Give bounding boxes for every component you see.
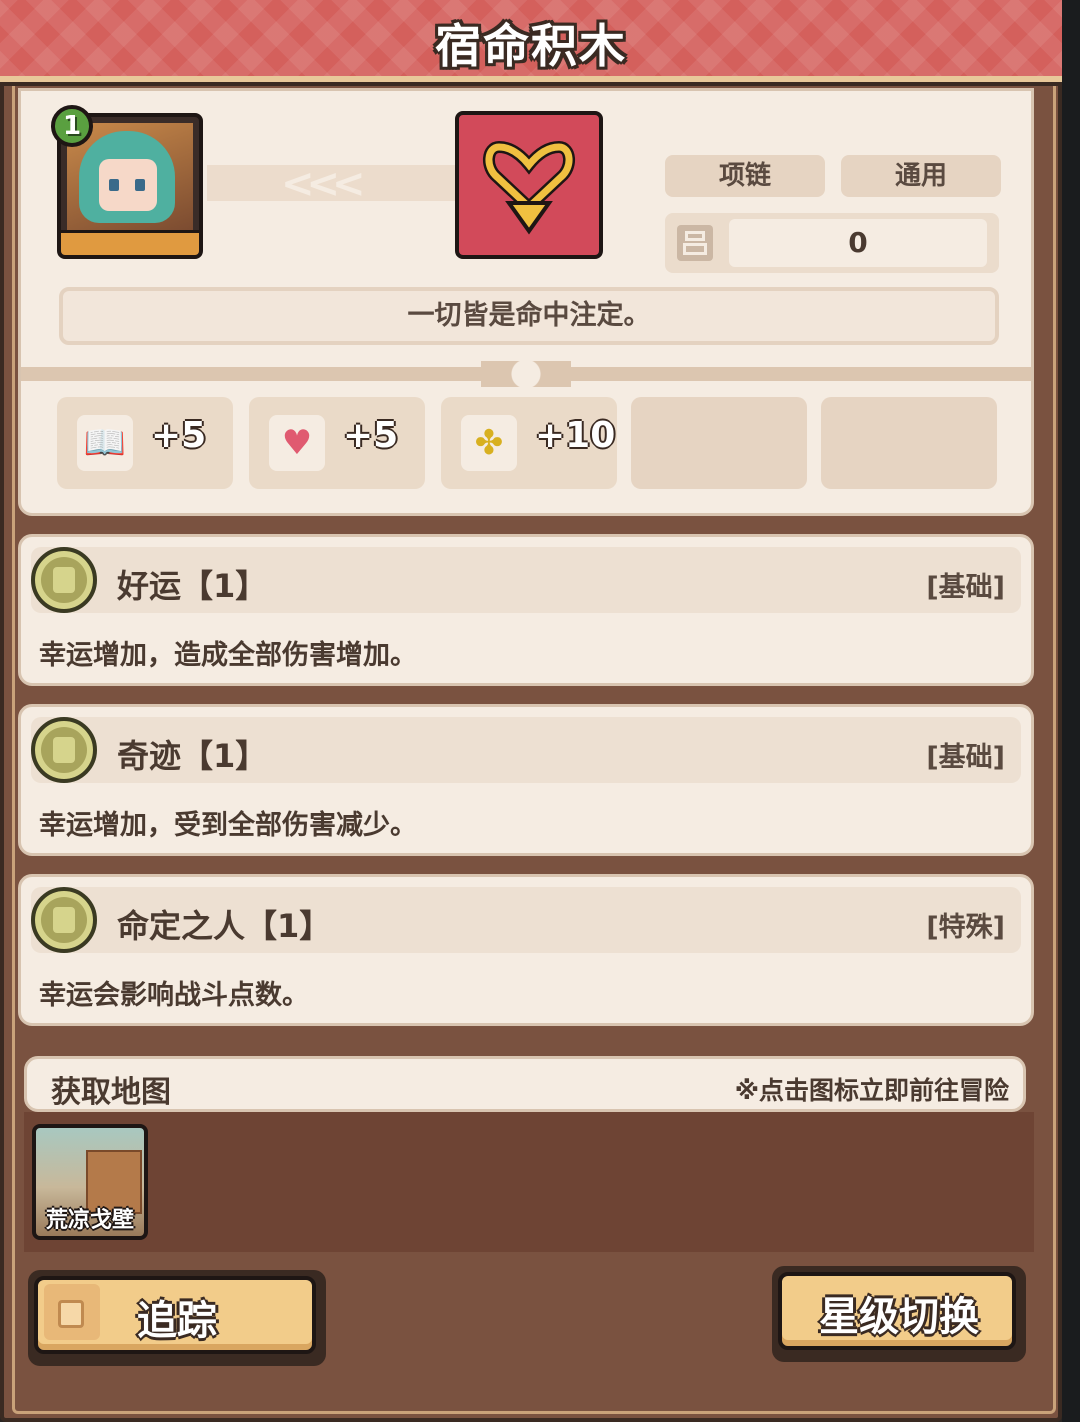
map-location-tile[interactable]: 荒凉戈壁	[32, 1124, 148, 1240]
map-list-area	[24, 1112, 1034, 1252]
map-location-label: 荒凉戈壁	[45, 1208, 134, 1233]
dialog-title: 宿命积木	[435, 19, 627, 73]
item-motto: 一切皆是命中注定。	[59, 287, 999, 345]
skill-name: 好运【1】	[117, 567, 268, 605]
owned-count-box: 0	[665, 213, 999, 273]
star-switch-button-label: 星级切换	[819, 1294, 979, 1340]
map-section-hint: ※点击图标立即前往冒险	[734, 1076, 1009, 1105]
item-tag-scope: 通用	[841, 155, 1001, 197]
stat-slot: ✤ +10	[441, 397, 617, 489]
skill-panel: 命定之人【1】 [特殊] 幸运会影响战斗点数。	[18, 874, 1034, 1026]
stat-slot-empty	[631, 397, 807, 489]
item-info-panel: 1 <<< 项链 通用 0 一切皆是命中注定。 📖 +5 ♥ +5 ✤ +10	[18, 88, 1034, 516]
dialog-header: 宿命积木	[0, 0, 1062, 82]
stat-slot-empty	[821, 397, 997, 489]
stat-value: +5	[151, 415, 207, 456]
star-switch-button[interactable]: 星级切换	[772, 1266, 1026, 1362]
skill-panel: 好运【1】 [基础] 幸运增加，造成全部伤害增加。	[18, 534, 1034, 686]
level-badge: 1	[51, 105, 93, 147]
heart-icon: ♥	[269, 415, 325, 471]
chevrons-left-icon: <<<	[281, 161, 365, 207]
skill-name: 命定之人【1】	[117, 907, 332, 945]
stat-slot: 📖 +5	[57, 397, 233, 489]
owned-count: 0	[729, 219, 987, 267]
right-edge-strip	[1062, 0, 1080, 1422]
skill-kind: [基础]	[926, 742, 1005, 773]
skill-name: 奇迹【1】	[117, 737, 268, 775]
luck-clover-icon: ✤	[461, 415, 517, 471]
skill-desc: 幸运增加，造成全部伤害增加。	[39, 640, 417, 671]
stat-value: +5	[343, 415, 399, 456]
track-button-label: 追踪	[137, 1298, 217, 1344]
skill-desc: 幸运增加，受到全部伤害减少。	[39, 810, 417, 841]
cross-emblem-icon	[31, 717, 97, 783]
heart-necklace-icon[interactable]	[455, 111, 603, 259]
skill-kind: [特殊]	[926, 912, 1005, 943]
item-tag-type: 项链	[665, 155, 825, 197]
skill-kind: [基础]	[926, 572, 1005, 603]
skill-panel: 奇迹【1】 [基础] 幸运增加，受到全部伤害减少。	[18, 704, 1034, 856]
flask-emblem-icon	[31, 887, 97, 953]
stat-slot: ♥ +5	[249, 397, 425, 489]
shield-emblem-icon	[31, 547, 97, 613]
book-icon: 📖	[77, 415, 133, 471]
map-section-title: 获取地图	[51, 1075, 171, 1110]
storage-icon	[677, 225, 713, 261]
map-section-header: 获取地图 ※点击图标立即前往冒险	[24, 1056, 1026, 1112]
stat-value: +10	[535, 415, 616, 456]
skill-desc: 幸运会影响战斗点数。	[39, 980, 309, 1011]
divider-ornament	[481, 361, 571, 387]
track-button[interactable]: 追踪	[28, 1270, 326, 1366]
